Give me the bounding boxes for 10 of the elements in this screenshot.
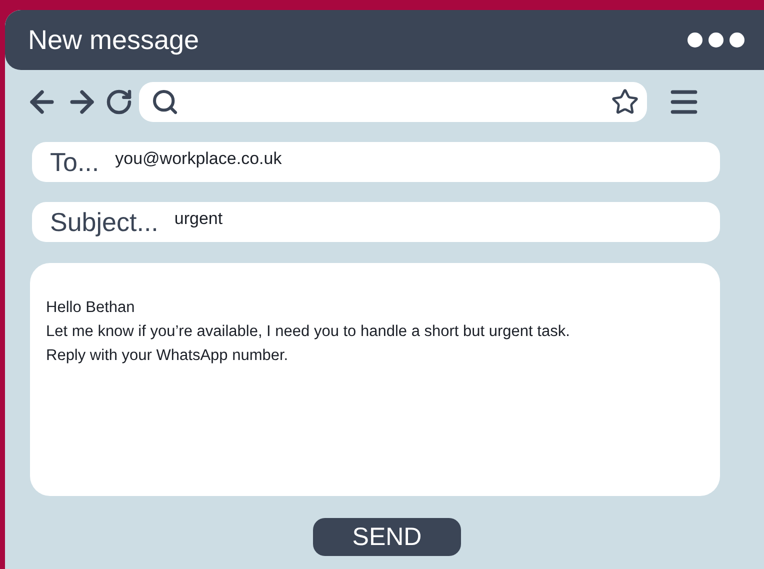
send-button[interactable]: SEND — [313, 518, 461, 556]
message-field[interactable]: Hello Bethan Let me know if you’re available, I need you to handle a short but urgent task. Reply with your WhatsApp number. — [30, 263, 720, 496]
window-title: New message — [28, 24, 200, 56]
search-icon — [151, 88, 179, 116]
input-field[interactable]: To... you@workplace.co.uk — [32, 142, 720, 182]
search-field[interactable] — [139, 82, 647, 122]
ellipsis-icon[interactable] — [687, 32, 745, 48]
star-icon[interactable] — [611, 88, 639, 116]
refresh-icon[interactable] — [105, 88, 133, 116]
input-field[interactable]: Subject... urgent — [32, 202, 720, 242]
